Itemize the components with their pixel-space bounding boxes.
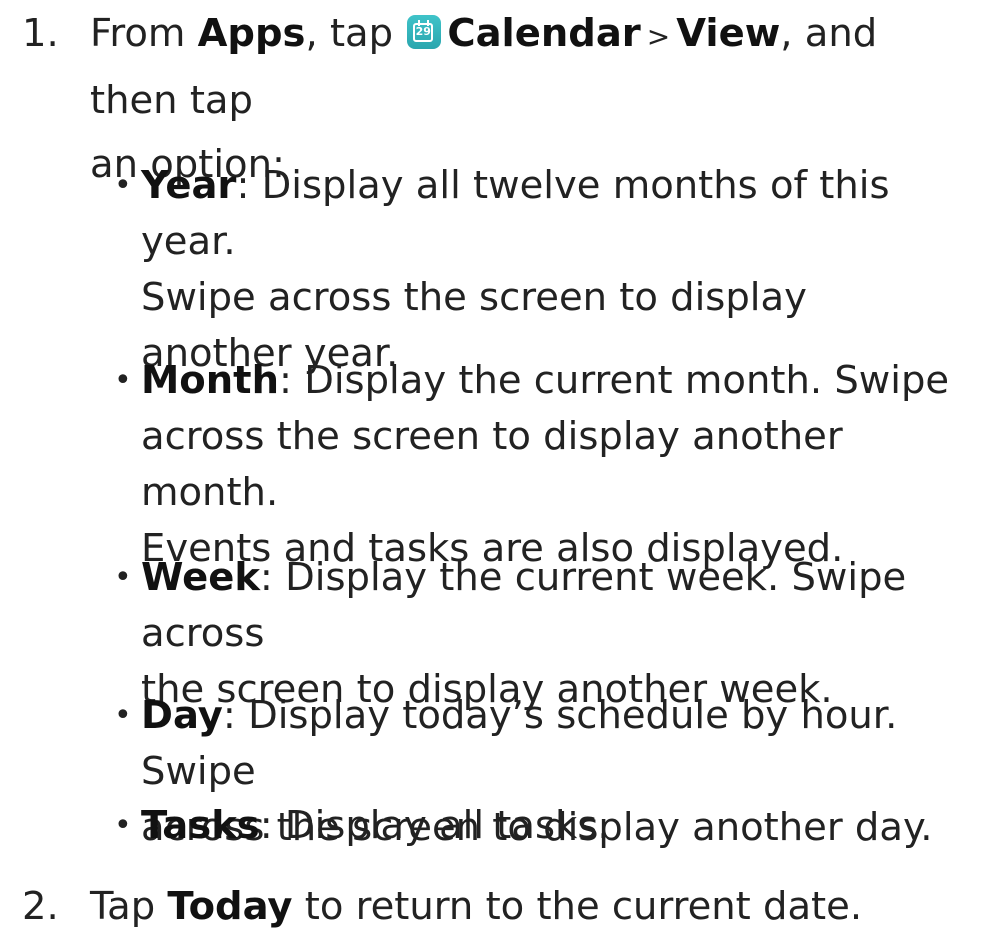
calendar-label: Calendar [447,11,641,56]
step-prefix: From [90,11,198,56]
option-name: Year [141,163,237,208]
option-text: Month: Display the current month. Swipe … [141,353,981,577]
option-name: Week [141,555,260,600]
bullet-icon: • [114,363,132,398]
instruction-document: 1. From Apps, tap 29 Calendar > View, and t… [0,0,983,951]
view-label: View [676,11,781,56]
bullet-icon: • [114,560,132,595]
option-line1: : Display the current month. Swipe [278,358,950,403]
bullet-icon: • [114,168,132,203]
option-line1: : Display all tasks. [259,803,610,848]
step-number: 2. [22,884,59,929]
bullet-icon: • [114,808,132,843]
option-line1: : Display all twelve months of this year… [141,163,890,264]
option-text: Year: Display all twelve months of this … [141,158,981,382]
step-number: 1. [22,11,59,56]
tap-text: , tap [305,11,406,56]
chevron-right-icon: > [646,20,671,53]
step-prefix: Tap [90,884,168,929]
option-name: Month [141,358,279,403]
option-line2: Swipe across the screen to display [141,275,807,320]
today-label: Today [167,884,293,929]
bullet-icon: • [114,698,132,733]
option-line1: : Display today’s schedule by hour. Swip… [141,693,898,794]
option-name: Day [141,693,223,738]
apps-label: Apps [197,11,306,56]
option-text: Tasks: Display all tasks. [141,798,981,854]
calendar-app-icon: 29 [407,15,442,49]
step-text: Tap Today to return to the current date. [90,875,970,939]
option-name: Tasks [141,803,260,848]
option-line2: across the screen to display another mon… [141,414,843,515]
step-suffix: to return to the current date. [292,884,863,929]
calendar-icon-day: 29 [415,25,431,38]
